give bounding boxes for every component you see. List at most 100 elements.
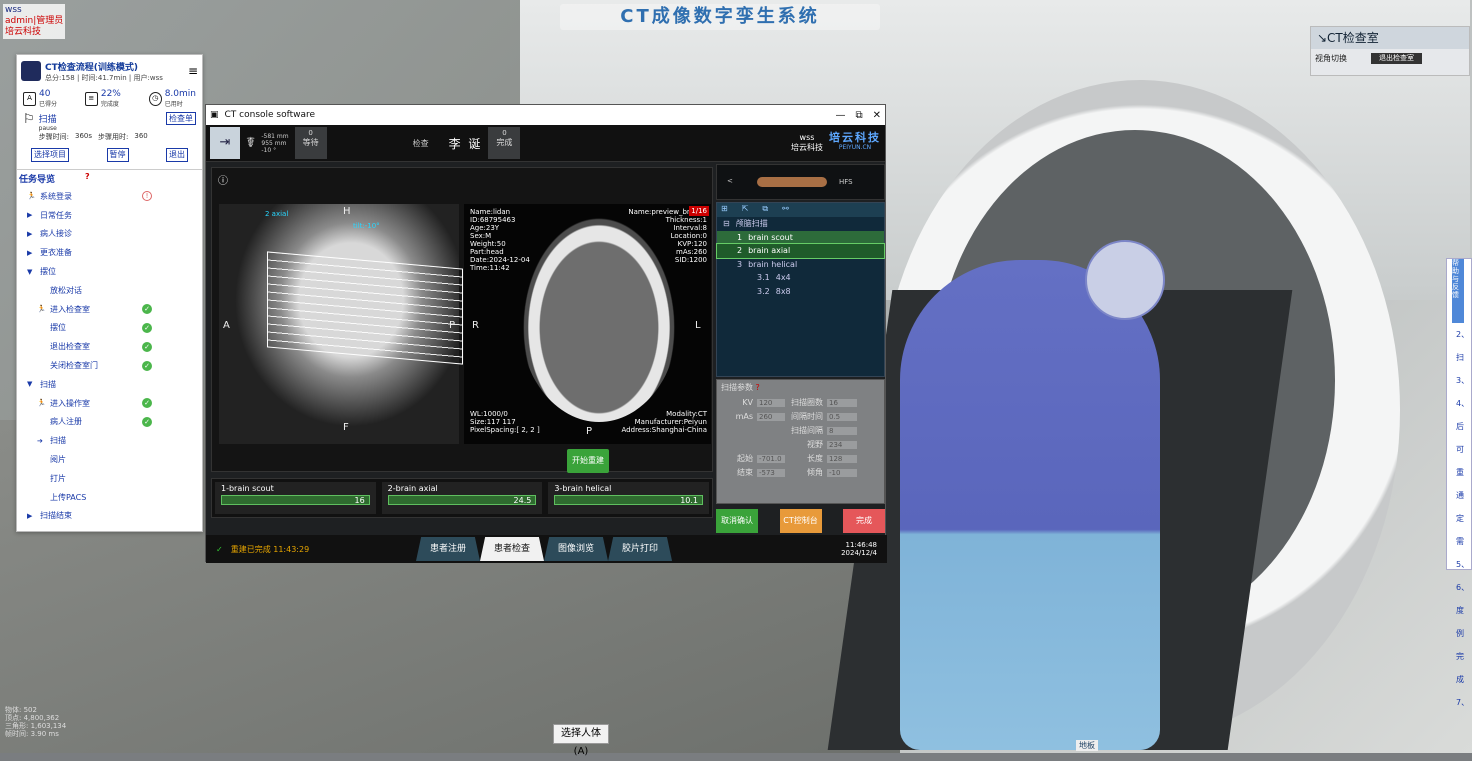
nav-item[interactable]: 🏃 进入操作室 ✓: [27, 394, 202, 413]
user-tag: wss admin|管理员 培云科技: [3, 4, 66, 39]
help-item[interactable]: 完成: [1456, 645, 1471, 691]
nav-item[interactable]: 阅片: [27, 450, 202, 469]
nav-item[interactable]: ▶ 更衣准备: [27, 243, 202, 262]
nav-item[interactable]: 🏃 系统登录!: [27, 187, 202, 206]
tilt-label: tilt:-10°: [353, 222, 380, 230]
tab-3[interactable]: 胶片打印: [608, 537, 673, 561]
waiting-queue[interactable]: 0 等待: [294, 127, 327, 159]
nav-item[interactable]: 🏃 进入检查室 ✓: [27, 300, 202, 319]
protocol-item[interactable]: 3.2 8x8: [717, 285, 884, 299]
help-item[interactable]: 重通: [1456, 461, 1471, 507]
close-icon[interactable]: ✕: [873, 110, 881, 121]
task-nav-header[interactable]: 任务导览?: [17, 172, 202, 185]
help-item[interactable]: 7、: [1456, 691, 1471, 714]
nav-item[interactable]: 放松对话: [27, 281, 202, 300]
patient-body[interactable]: [900, 260, 1160, 750]
help-panel[interactable]: 帮助与反馈 2、扫 3、 4、 后可 重通 定需 5、 6、 度例 完成 7、: [1446, 258, 1472, 707]
check-list-button[interactable]: 检查单: [166, 112, 196, 125]
nav-item[interactable]: 退出检查室 ✓: [27, 337, 202, 356]
exit-button[interactable]: 退出: [166, 148, 188, 162]
nav-label: 阅片: [50, 455, 66, 465]
exit-room-button[interactable]: 退出检查室: [1371, 53, 1422, 64]
protocol-item[interactable]: 2 brain axial: [716, 243, 885, 259]
nav-item[interactable]: 摆位 ✓: [27, 319, 202, 338]
done-queue[interactable]: 0 完成: [488, 127, 521, 159]
help-item[interactable]: 5、: [1456, 553, 1471, 576]
complete-icon: ✓: [142, 398, 152, 409]
protocol-toolbar[interactable]: ⊞ ⇱ ⧉ ⚯: [717, 203, 884, 217]
help-item[interactable]: 扫: [1456, 346, 1471, 369]
param-value[interactable]: 260: [757, 412, 785, 421]
tab-2[interactable]: 图像浏览: [544, 537, 609, 561]
nav-item[interactable]: ▼ 扫描: [27, 375, 202, 394]
menu-toggle-icon[interactable]: ⇥: [210, 127, 240, 159]
help-item[interactable]: 定需: [1456, 507, 1471, 553]
minimize-icon[interactable]: —: [835, 110, 845, 121]
start-reconstruction-button[interactable]: 开始重建: [567, 449, 609, 473]
param-value[interactable]: 8: [827, 426, 857, 435]
help-item[interactable]: 度例: [1456, 599, 1471, 645]
finish-button[interactable]: 完成: [843, 509, 885, 533]
tab-1[interactable]: 患者检查: [480, 537, 545, 561]
nav-label: 病人注册: [50, 417, 82, 427]
protocol-item[interactable]: 1 brain scout: [717, 230, 884, 244]
nav-item[interactable]: ▶ 扫描结束: [27, 507, 202, 526]
protocol-label: 8x8: [775, 286, 791, 296]
scan-range-box[interactable]: [267, 251, 463, 365]
select-project-button[interactable]: 选择项目: [31, 148, 69, 162]
select-body-button[interactable]: 选择人体(A): [553, 724, 609, 757]
ct-control-button[interactable]: CT控制台: [779, 509, 822, 533]
back-icon[interactable]: <: [727, 177, 733, 185]
help-icon[interactable]: ⓘ: [218, 172, 228, 187]
nav-item[interactable]: ▶ 病人接诊: [27, 225, 202, 244]
nav-arrow-icon: ▶: [27, 511, 33, 520]
info-line: SID:1200: [674, 256, 707, 264]
scan-control-panel: < HFS ⊞ ⇱ ⧉ ⚯ ⊟ 颅脑扫描 1 brain scout 2 brain axia…: [716, 163, 885, 563]
person-icon[interactable]: ☤: [246, 135, 255, 151]
tab-0[interactable]: 患者注册: [416, 537, 481, 561]
param-value[interactable]: -701.0: [757, 454, 785, 463]
maximize-icon[interactable]: ⧉: [855, 110, 862, 121]
help-feedback-tab[interactable]: 帮助与反馈: [1452, 259, 1464, 323]
nav-item[interactable]: 打片: [27, 469, 202, 488]
param-value[interactable]: 120: [757, 398, 785, 407]
help-item[interactable]: 6、: [1456, 576, 1471, 599]
task-panel: CT检查流程(训练模式) 总分:158 | 时间:41.7min | 用户:ws…: [16, 54, 203, 532]
nav-item[interactable]: ➔ 扫描: [27, 431, 202, 450]
param-value[interactable]: -573: [757, 468, 785, 477]
menu-icon[interactable]: ≡: [188, 64, 198, 78]
param-label: 长度: [807, 454, 823, 463]
nav-item[interactable]: 上传PACS: [27, 488, 202, 507]
pause-button[interactable]: 暂停: [106, 148, 129, 162]
info-line: KVP:120: [677, 240, 707, 248]
nav-item[interactable]: ▼ 摆位: [27, 262, 202, 281]
cancel-confirm-button[interactable]: 取消确认: [716, 509, 758, 533]
help-item[interactable]: 后可: [1456, 415, 1471, 461]
param-value[interactable]: 234: [827, 440, 857, 449]
protocol-group[interactable]: ⊟ 颅脑扫描: [717, 217, 884, 231]
nav-label: 打片: [50, 473, 66, 483]
param-label: 起始: [737, 454, 753, 463]
axial-image[interactable]: Name:lidan ID:68795463 Age:23Y Sex:M Weight:…: [464, 204, 711, 444]
help-item[interactable]: 2、: [1456, 323, 1471, 346]
image-viewer[interactable]: ⓘ 2 axial tilt:-10° H F A P Name:lidan ID…: [211, 167, 713, 472]
protocol-item[interactable]: 3.1 4x4: [717, 271, 884, 285]
score-stat: A 40 已得分: [23, 89, 57, 108]
param-value[interactable]: -10: [827, 468, 857, 477]
nav-item[interactable]: 病人注册 ✓: [27, 413, 202, 432]
param-value[interactable]: 16: [827, 398, 857, 407]
help-item[interactable]: 4、: [1456, 392, 1471, 415]
add-icon: ⊞: [721, 204, 728, 213]
nav-arrow-icon: ▶: [27, 211, 33, 220]
reconstruction-progress: 1-brain scout 16 2-brain axial 24.5 3-brain …: [211, 478, 713, 518]
param-value[interactable]: 128: [827, 454, 857, 463]
patient-head[interactable]: [1085, 240, 1165, 320]
window-titlebar[interactable]: ▣ CT console software — ⧉ ✕: [206, 105, 885, 125]
scout-image[interactable]: 2 axial tilt:-10° H F A P: [219, 204, 463, 444]
nav-item[interactable]: 关闭检查室门 ✓: [27, 356, 202, 375]
param-value[interactable]: 0.5: [827, 412, 857, 421]
protocol-item[interactable]: 3 brain helical: [717, 258, 884, 272]
nav-item[interactable]: ▶ 日常任务: [27, 206, 202, 225]
help-item[interactable]: 3、: [1456, 369, 1471, 392]
info-line: Address:Shanghai-China: [621, 426, 707, 434]
